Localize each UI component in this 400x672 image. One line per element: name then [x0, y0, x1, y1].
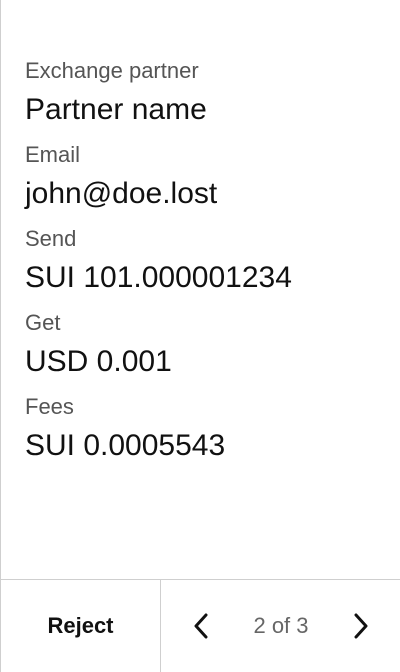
next-page-button[interactable]: [343, 608, 379, 644]
send-value: SUI 101.000001234: [25, 261, 292, 294]
transaction-review-screen: Exchange partner Partner name Email john…: [0, 0, 400, 672]
field-exchange-partner: Exchange partner Partner name: [25, 58, 390, 128]
get-label: Get: [25, 310, 61, 335]
field-email: Email john@doe.lost: [25, 142, 390, 212]
action-footer: Reject 2 of 3: [1, 579, 400, 672]
exchange-partner-value: Partner name: [25, 93, 207, 126]
send-label: Send: [25, 226, 77, 251]
field-fees: Fees SUI 0.0005543: [25, 394, 390, 464]
reject-button[interactable]: Reject: [1, 580, 161, 672]
previous-page-button[interactable]: [183, 608, 219, 644]
field-send: Send SUI 101.000001234: [25, 226, 390, 296]
fees-label: Fees: [25, 394, 74, 419]
fees-value: SUI 0.0005543: [25, 429, 226, 462]
page-navigator: 2 of 3: [161, 580, 400, 672]
email-label: Email: [25, 142, 81, 167]
chevron-right-icon: [354, 613, 368, 639]
field-get: Get USD 0.001: [25, 310, 390, 380]
transaction-details: Exchange partner Partner name Email john…: [25, 58, 390, 478]
get-value: USD 0.001: [25, 345, 172, 378]
email-value: john@doe.lost: [25, 177, 218, 210]
exchange-partner-label: Exchange partner: [25, 58, 199, 83]
page-indicator: 2 of 3: [253, 613, 309, 638]
chevron-left-icon: [194, 613, 208, 639]
